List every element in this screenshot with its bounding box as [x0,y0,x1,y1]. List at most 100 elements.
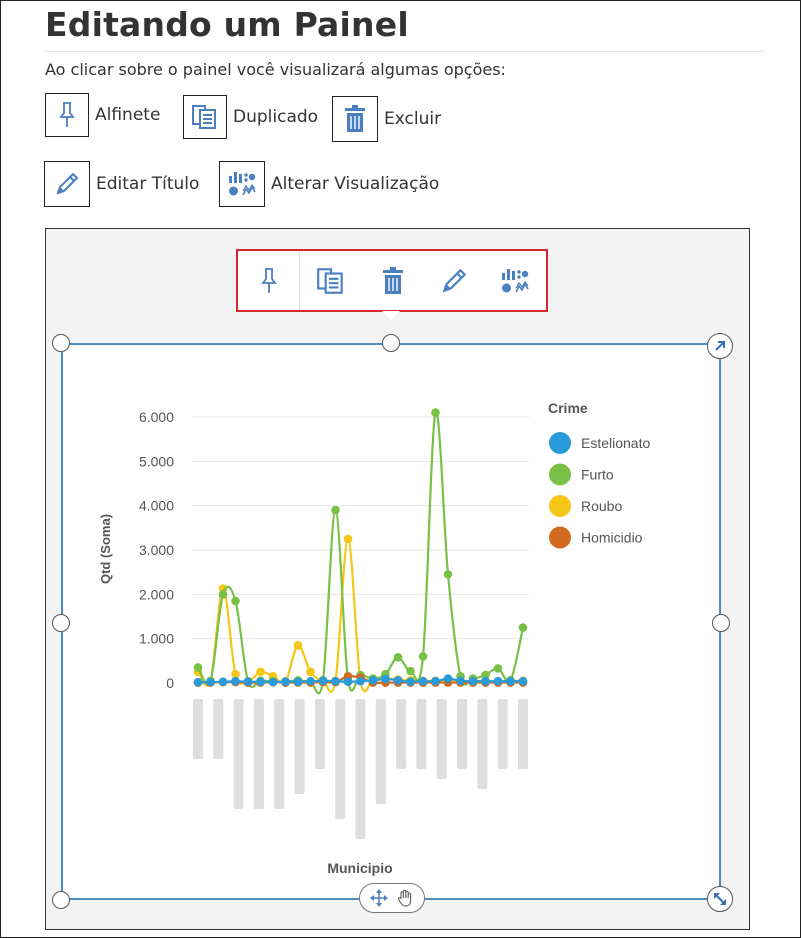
panel-screenshot: 0 1.000 2.000 3.000 4.000 5.000 6.000 Qtd (Soma… [45,228,750,930]
resize-handle-left[interactable] [52,614,70,632]
obscured-x-tick-label [193,699,203,759]
data-point-estelionato [481,676,490,686]
y-axis-label: Qtd (Soma) [98,514,113,584]
data-point-furto [518,623,528,632]
obscured-x-tick-label [436,699,447,779]
data-point-roubo [256,667,265,677]
data-point-furto [231,596,240,606]
pin-icon [260,267,277,293]
resize-handle-right[interactable] [712,614,730,632]
duplicate-button[interactable] [300,251,361,310]
data-point-estelionato [281,677,290,686]
legend-label-roubo: Roubo [581,498,622,514]
obscured-x-tick-label [233,699,244,809]
data-point-estelionato [306,676,315,686]
pencil-icon [442,268,467,292]
resize-handle-bottom-left[interactable] [52,891,70,909]
legend-swatch-estelionato [549,432,571,454]
data-point-roubo [343,534,353,544]
data-point-estelionato [506,676,515,686]
option-delete: Excluir [332,96,441,142]
legend-title: Crime [548,400,588,416]
y-tick-label: 3.000 [139,542,174,558]
expand-icon [715,341,725,351]
data-point-estelionato [443,674,453,683]
duplicate-icon [317,267,343,294]
y-tick-label: 1.000 [139,631,174,647]
option-change-visualization: Alterar Visualização [219,161,439,207]
data-point-furto [393,652,403,662]
data-point-estelionato [356,676,365,686]
y-tick-label: 2.000 [139,586,174,602]
chart-panel[interactable]: 0 1.000 2.000 3.000 4.000 5.000 6.000 Qtd (Soma… [61,343,721,900]
pencil-icon [44,161,90,207]
intro-text: Ao clicar sobre o painel você visualizar… [45,60,506,79]
data-point-estelionato [193,677,203,687]
delete-button[interactable] [362,251,423,310]
option-label-delete: Excluir [384,109,442,129]
legend-label-estelionato: Estelionato [581,435,650,451]
duplicate-icon [183,95,227,139]
obscured-x-tick-label [416,699,427,769]
option-label-duplicate: Duplicado [233,107,319,127]
trash-icon [382,266,403,294]
legend-label-homicidio: Homicidio [581,530,643,546]
change-visualization-icon [219,161,265,207]
obscured-x-tick-label [314,699,325,769]
obscured-x-tick-label [213,699,224,759]
y-tick-label: 0 [166,675,174,691]
option-pin: Alfinete [45,93,160,137]
change-visualization-button[interactable] [485,251,546,310]
obscured-x-tick-label [335,699,346,819]
data-point-estelionato [431,676,440,686]
obscured-x-tick-label [457,699,468,769]
obscured-x-tick-label [355,699,366,839]
y-tick-label: 5.000 [139,453,174,469]
data-point-estelionato [518,676,528,686]
data-point-furto [406,666,415,676]
data-point-furto [431,408,440,417]
option-edit-title: Editar Título [44,161,199,207]
data-point-furto [493,664,503,673]
resize-corner-button[interactable] [707,886,733,912]
resize-handle-top-left[interactable] [52,334,70,352]
data-point-estelionato [218,677,228,686]
data-point-estelionato [368,676,378,685]
line-chart: 0 1.000 2.000 3.000 4.000 5.000 6.000 Qtd (Soma… [98,400,650,876]
data-point-estelionato [243,677,253,686]
data-point-furto [193,663,203,672]
edit-title-button[interactable] [423,251,484,310]
legend-swatch-furto [549,463,571,486]
data-point-estelionato [456,676,465,686]
data-point-estelionato [293,677,303,686]
data-point-furto [218,590,228,599]
data-point-estelionato [206,677,215,687]
obscured-x-tick-label [477,699,488,789]
data-point-estelionato [381,674,390,684]
expand-button[interactable] [707,333,733,359]
obscured-x-tick-label [518,699,528,769]
move-control[interactable] [359,883,425,913]
resize-diagonal-icon [714,893,726,905]
data-point-estelionato [393,676,403,685]
obscured-x-tick-label [253,699,264,809]
series-line-furto [197,410,525,695]
pin-icon [45,93,89,137]
data-point-estelionato [256,677,265,686]
drag-hand-icon [397,889,412,907]
data-point-furto [443,570,453,579]
series-line-roubo [197,537,524,693]
data-point-estelionato [343,677,353,686]
option-duplicate: Duplicado [183,95,318,139]
change-visualization-icon [502,268,530,292]
obscured-x-tick-label [396,699,407,769]
option-label-edit-title: Editar Título [96,174,200,194]
option-label-change-visualization: Alterar Visualização [271,174,440,194]
page-title: Editando um Painel [45,5,409,44]
resize-handle-top[interactable] [382,334,400,352]
pin-button[interactable] [238,251,301,310]
toolbar-pointer [382,311,400,320]
data-point-roubo [306,667,315,677]
y-tick-label: 4.000 [139,498,174,514]
y-tick-label: 6.000 [139,409,174,425]
